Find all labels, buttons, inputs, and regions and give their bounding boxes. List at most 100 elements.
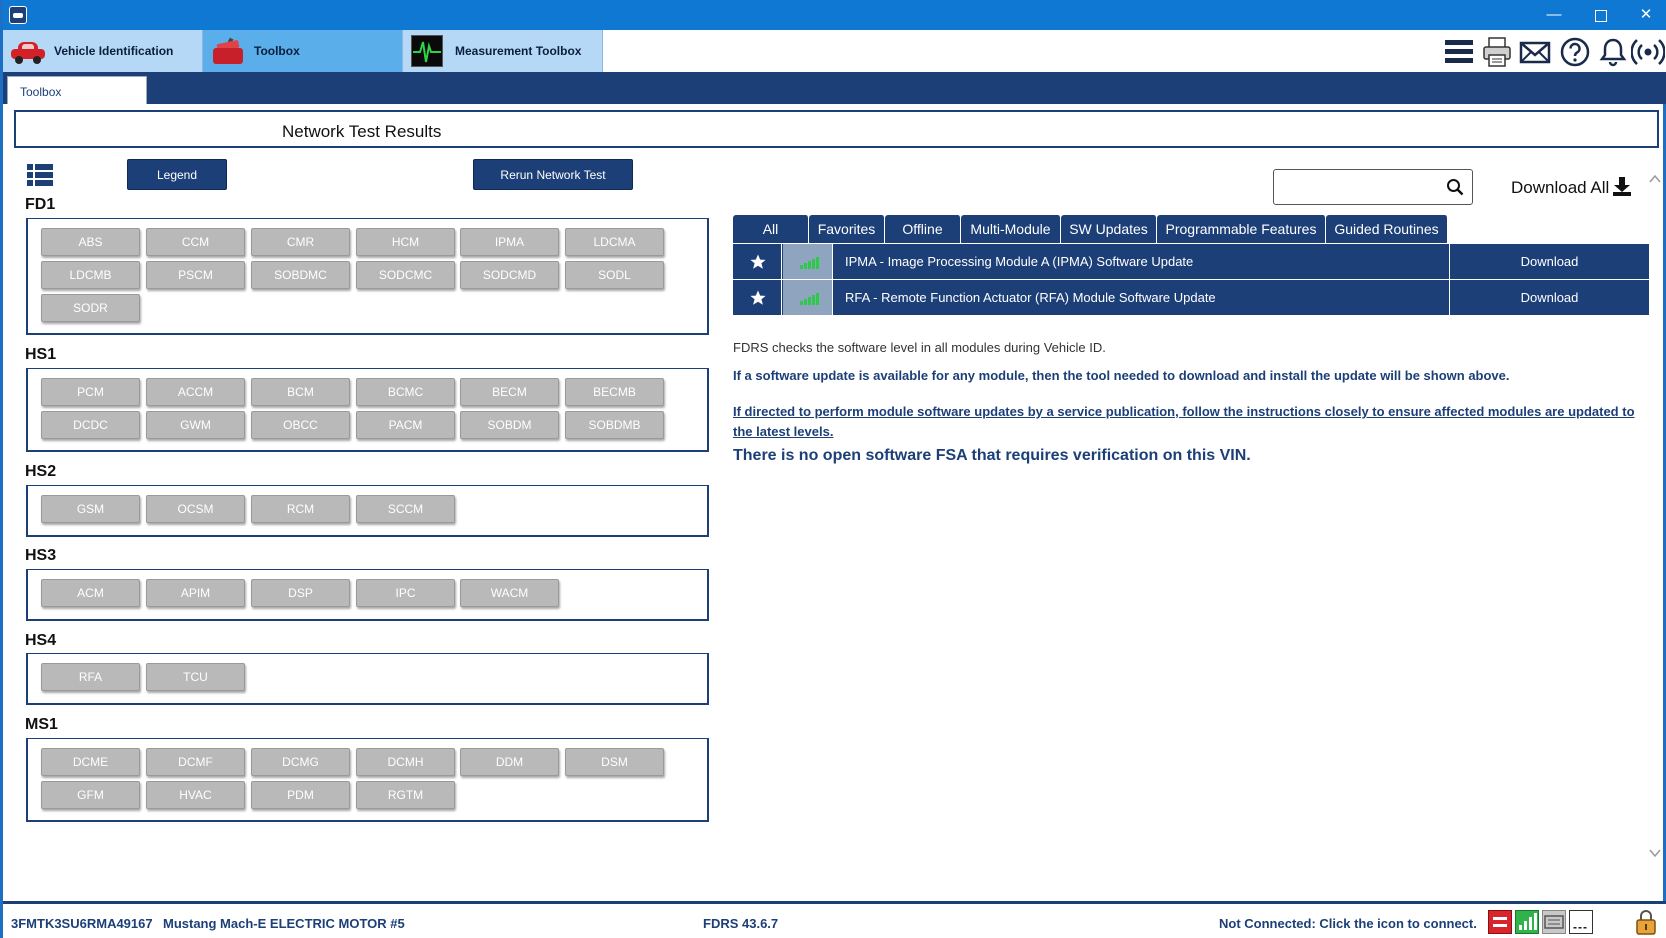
module-button[interactable]: PSCM [146, 261, 245, 289]
module-button[interactable]: APIM [146, 579, 245, 607]
page-title: Network Test Results [282, 122, 442, 141]
update-row[interactable]: IPMA - Image Processing Module A (IPMA) … [733, 244, 1649, 279]
filter-tab-guided-routines[interactable]: Guided Routines [1326, 215, 1448, 243]
main-tab-bar: Vehicle Identification Toolbox Measureme… [3, 30, 1666, 72]
module-button[interactable]: SOBDMC [251, 261, 350, 289]
module-button[interactable]: OBCC [251, 411, 350, 439]
module-button[interactable]: HVAC [146, 781, 245, 809]
minimize-button[interactable]: — [1531, 0, 1577, 30]
scroll-down-icon[interactable] [1648, 846, 1662, 860]
network-card-icon[interactable] [1542, 910, 1566, 934]
module-button[interactable]: GWM [146, 411, 245, 439]
vcm-connect-icon[interactable] [1488, 910, 1512, 934]
lock-icon[interactable] [1635, 909, 1657, 935]
dashes-text: --- [1573, 920, 1588, 934]
module-button[interactable]: DCMF [146, 748, 245, 776]
module-button[interactable]: WACM [460, 579, 559, 607]
download-all-button[interactable]: Download All [1511, 178, 1609, 198]
module-button[interactable]: DSM [565, 748, 664, 776]
group-label-hs4: HS4 [25, 632, 57, 649]
module-button[interactable]: SOBDMB [565, 411, 664, 439]
module-button[interactable]: SODL [565, 261, 664, 289]
module-button[interactable]: DCDC [41, 411, 140, 439]
module-button[interactable]: BECM [460, 378, 559, 406]
module-button[interactable]: CCM [146, 228, 245, 256]
search-input[interactable] [1273, 169, 1473, 205]
module-button[interactable]: OCSM [146, 495, 245, 523]
module-button[interactable]: ABS [41, 228, 140, 256]
rerun-network-test-button[interactable]: Rerun Network Test [473, 159, 633, 190]
module-button[interactable]: BCMC [356, 378, 455, 406]
module-button[interactable]: SCCM [356, 495, 455, 523]
signal-strength-icon [783, 244, 833, 279]
filter-tab-programmable-features[interactable]: Programmable Features [1157, 215, 1326, 243]
download-button[interactable]: Download [1449, 244, 1649, 279]
module-button[interactable]: ACCM [146, 378, 245, 406]
app-window: — ✕ Vehicle Identification Toolbox Measu… [0, 0, 1666, 938]
subtab-toolbox[interactable]: Toolbox [7, 76, 147, 104]
filter-tab-all[interactable]: All [733, 215, 809, 243]
update-row[interactable]: RFA - Remote Function Actuator (RFA) Mod… [733, 280, 1649, 315]
subtab-label: Toolbox [20, 85, 62, 99]
filter-tab-offline[interactable]: Offline [885, 215, 961, 243]
favorite-star-icon[interactable] [733, 244, 782, 279]
tab-vehicle-identification[interactable]: Vehicle Identification [3, 30, 203, 72]
tab-label: Toolbox [254, 44, 300, 58]
signal-bars-icon[interactable] [1515, 910, 1539, 934]
group-box-hs1: PCM ACCM BCM BCMC BECM BECMB DCDC GWM OB… [26, 368, 709, 452]
module-button[interactable]: GFM [41, 781, 140, 809]
module-button[interactable]: DSP [251, 579, 350, 607]
title-bar: — ✕ [3, 0, 1666, 30]
module-button[interactable]: DCMG [251, 748, 350, 776]
connection-dashes-icon[interactable]: --- [1569, 910, 1593, 934]
menu-icon[interactable] [1443, 36, 1475, 68]
filter-tab-multi-module[interactable]: Multi-Module [961, 215, 1061, 243]
module-button[interactable]: ACM [41, 579, 140, 607]
favorite-star-icon[interactable] [733, 280, 782, 315]
module-button[interactable]: RFA [41, 663, 140, 691]
download-icon[interactable] [1613, 177, 1631, 197]
filter-tab-sw-updates[interactable]: SW Updates [1061, 215, 1157, 243]
maximize-button[interactable] [1577, 0, 1623, 30]
list-view-icon[interactable] [27, 164, 53, 186]
module-button[interactable]: BECMB [565, 378, 664, 406]
module-button[interactable]: GSM [41, 495, 140, 523]
vehicle-model-text: Mustang Mach-E ELECTRIC MOTOR #5 [163, 916, 405, 931]
module-button[interactable]: HCM [356, 228, 455, 256]
printer-icon[interactable] [1481, 36, 1513, 68]
module-button[interactable]: IPMA [460, 228, 559, 256]
mail-icon[interactable] [1519, 36, 1551, 68]
help-icon[interactable] [1559, 36, 1591, 68]
close-button[interactable]: ✕ [1623, 0, 1666, 30]
module-button[interactable]: DDM [460, 748, 559, 776]
module-button[interactable]: CMR [251, 228, 350, 256]
module-button[interactable]: LDCMB [41, 261, 140, 289]
group-label-hs2: HS2 [25, 463, 57, 480]
module-button[interactable]: SODCMC [356, 261, 455, 289]
filter-tab-favorites[interactable]: Favorites [809, 215, 885, 243]
module-button[interactable]: RCM [251, 495, 350, 523]
download-button[interactable]: Download [1449, 280, 1649, 315]
module-button[interactable]: PDM [251, 781, 350, 809]
version-text: FDRS 43.6.7 [703, 916, 779, 931]
module-button[interactable]: IPC [356, 579, 455, 607]
search-icon [1447, 179, 1464, 196]
module-button[interactable]: SODCMD [460, 261, 559, 289]
bell-icon[interactable] [1597, 36, 1629, 68]
wireless-signal-icon[interactable] [1630, 36, 1666, 68]
legend-button[interactable]: Legend [127, 159, 227, 190]
module-button[interactable]: DCME [41, 748, 140, 776]
module-button[interactable]: LDCMA [565, 228, 664, 256]
module-button[interactable]: SODR [41, 294, 140, 322]
module-button[interactable]: RGTM [356, 781, 455, 809]
module-button[interactable]: SOBDM [460, 411, 559, 439]
module-button[interactable]: PCM [41, 378, 140, 406]
module-button[interactable]: DCMH [356, 748, 455, 776]
update-name: IPMA - Image Processing Module A (IPMA) … [845, 254, 1194, 269]
tab-label: Vehicle Identification [54, 44, 174, 58]
service-publication-link[interactable]: If directed to perform module software u… [733, 402, 1643, 442]
module-button[interactable]: BCM [251, 378, 350, 406]
scroll-up-icon[interactable] [1648, 172, 1662, 186]
module-button[interactable]: PACM [356, 411, 455, 439]
module-button[interactable]: TCU [146, 663, 245, 691]
